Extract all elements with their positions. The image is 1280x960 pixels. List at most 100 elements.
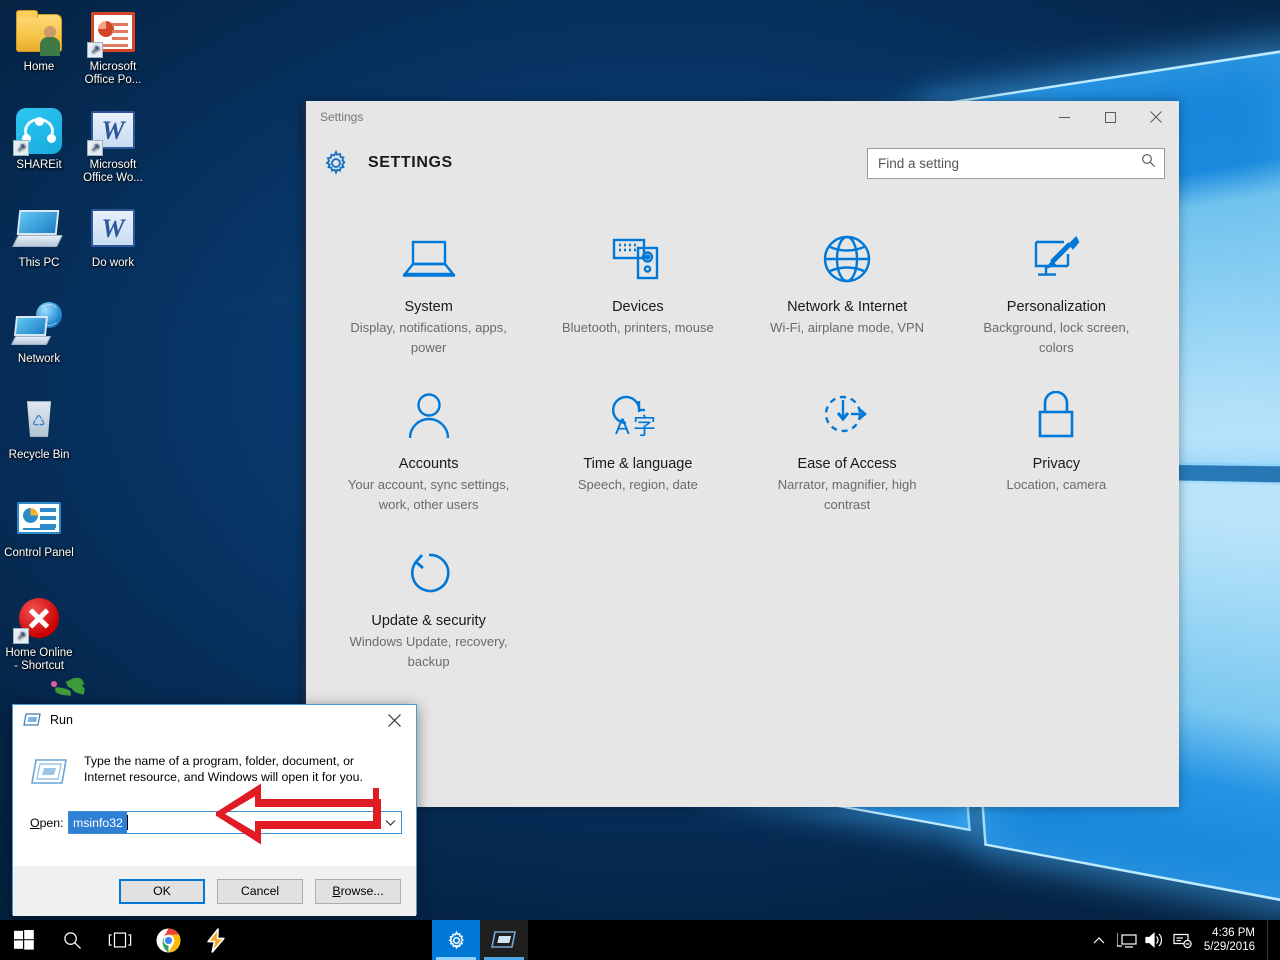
desktop-icon-network[interactable]: Network (2, 300, 76, 366)
desktop-icon-label: Microsoft Office Wo... (76, 159, 150, 185)
gear-icon (322, 149, 350, 177)
cancel-button[interactable]: Cancel (217, 879, 303, 904)
settings-tile-privacy[interactable]: Privacy Location, camera (952, 378, 1161, 523)
maximize-icon[interactable] (1087, 101, 1133, 133)
chevron-up-icon[interactable] (1086, 920, 1112, 960)
ok-button[interactable]: OK (119, 879, 205, 904)
desktop-icon-label: Network (2, 353, 76, 366)
desktop-icon-home-online-shortcut[interactable]: ↗ Home Online - Shortcut (2, 594, 76, 673)
shortcut-badge-icon: ↗ (87, 140, 103, 156)
desktop-icon-label: Home Online - Shortcut (2, 647, 76, 673)
window-controls (1041, 101, 1179, 133)
volume-icon[interactable] (1142, 920, 1168, 960)
settings-tile-accounts[interactable]: Accounts Your account, sync settings, wo… (324, 378, 533, 523)
tile-description: Wi-Fi, airplane mode, VPN (761, 318, 934, 338)
settings-tile-grid: System Display, notifications, apps, pow… (306, 193, 1179, 680)
devices-icon (551, 231, 724, 287)
desktop-icon-label: SHAREit (2, 159, 76, 172)
chevron-down-icon[interactable] (380, 812, 401, 833)
ease-of-access-icon (761, 388, 934, 444)
tile-title: Ease of Access (761, 456, 934, 472)
desktop-icon-home[interactable]: Home (2, 8, 76, 74)
action-center-icon[interactable] (1170, 920, 1196, 960)
windows-start-icon[interactable] (0, 920, 48, 960)
clock-time: 4:36 PM (1204, 926, 1255, 940)
desktop-icon-label: Do work (76, 257, 150, 270)
search-box[interactable] (867, 148, 1165, 179)
desktop-icon-shareit[interactable]: ↗ SHAREit (2, 106, 76, 172)
run-dialog-footer: OK Cancel Browse... (13, 866, 416, 916)
taskbar-clock[interactable]: 4:36 PM 5/29/2016 (1198, 920, 1265, 960)
taskbar[interactable]: 4:36 PM 5/29/2016 (0, 920, 1280, 960)
taskbar-spacer-3 (336, 920, 384, 960)
desktop-icon-microsoft-office-word[interactable]: W ↗ Microsoft Office Wo... (76, 106, 150, 185)
settings-tile-network-internet[interactable]: Network & Internet Wi-Fi, airplane mode,… (743, 221, 952, 366)
settings-tile-ease-of-access[interactable]: Ease of Access Narrator, magnifier, high… (743, 378, 952, 523)
settings-tile-devices[interactable]: Devices Bluetooth, printers, mouse (533, 221, 742, 366)
taskbar-item-settings[interactable] (432, 920, 480, 960)
desktop-icon-this-pc[interactable]: This PC (2, 204, 76, 270)
desktop-icon-control-panel[interactable]: Control Panel (2, 494, 76, 560)
taskbar-chrome-icon[interactable] (144, 920, 192, 960)
close-icon[interactable] (1133, 101, 1179, 133)
browse-button[interactable]: Browse... (315, 879, 401, 904)
recycle-bin-icon: ♺ (15, 396, 63, 444)
tile-title: Accounts (342, 456, 515, 472)
run-dialog-title: Run (50, 713, 73, 727)
powerpoint-icon: ↗ (89, 8, 137, 56)
tile-description: Bluetooth, printers, mouse (551, 318, 724, 338)
open-combobox[interactable] (68, 811, 402, 834)
settings-tile-personalization[interactable]: Personalization Background, lock screen,… (952, 221, 1161, 366)
tile-title: Personalization (970, 299, 1143, 315)
search-icon[interactable] (1141, 153, 1156, 173)
open-input[interactable] (69, 812, 127, 833)
taskbar-task-view-icon[interactable] (96, 920, 144, 960)
tile-description: Speech, region, date (551, 475, 724, 495)
tile-description: Narrator, magnifier, high contrast (761, 475, 934, 515)
settings-tile-update-security[interactable]: Update & security Windows Update, recove… (324, 535, 533, 680)
network-monitor-icon[interactable] (1114, 920, 1140, 960)
word-icon: W ↗ (89, 106, 137, 154)
desktop-icon-label: Recycle Bin (2, 449, 76, 462)
run-dialog[interactable]: Run Type the name of a program, folder, … (12, 704, 417, 915)
run-dialog-description: Type the name of a program, folder, docu… (84, 753, 389, 791)
search-input[interactable] (878, 156, 1141, 171)
settings-titlebar[interactable]: Settings (306, 101, 1179, 133)
globe-icon (761, 231, 934, 287)
tile-title: Network & Internet (761, 299, 934, 315)
taskbar-search-icon[interactable] (48, 920, 96, 960)
settings-tile-system[interactable]: System Display, notifications, apps, pow… (324, 221, 533, 366)
text-caret (127, 815, 128, 830)
person-icon (342, 388, 515, 444)
tile-title: Update & security (342, 613, 515, 629)
paintbrush-monitor-icon (970, 231, 1143, 287)
clock-date: 5/29/2016 (1204, 940, 1255, 954)
system-tray: 4:36 PM 5/29/2016 (1086, 920, 1280, 960)
laptop-icon (342, 231, 515, 287)
minimize-icon[interactable] (1041, 101, 1087, 133)
run-icon (23, 712, 41, 728)
tile-description: Background, lock screen, colors (970, 318, 1143, 358)
close-icon[interactable] (372, 705, 416, 735)
svg-text:字: 字 (633, 414, 656, 440)
run-large-icon (30, 757, 68, 791)
desktop-icon-microsoft-office-powerpoint[interactable]: ↗ Microsoft Office Po... (76, 8, 150, 87)
desktop-icon-label: Control Panel (2, 547, 76, 560)
settings-window[interactable]: Settings SETTINGS (303, 101, 1179, 807)
taskbar-winamp-icon[interactable] (192, 920, 240, 960)
svg-text:A: A (615, 414, 630, 439)
desktop-icon-recycle-bin[interactable]: ♺ Recycle Bin (2, 396, 76, 462)
folder-user-icon (15, 8, 63, 56)
tile-description: Display, notifications, apps, power (342, 318, 515, 358)
shortcut-badge-icon: ↗ (13, 140, 29, 156)
desktop-icon-do-work[interactable]: W Do work (76, 204, 150, 270)
desktop-icon-label: Home (2, 61, 76, 74)
taskbar-item-run-dialog[interactable] (480, 920, 528, 960)
shortcut-badge-icon: ↗ (13, 628, 29, 644)
show-desktop-button[interactable] (1267, 920, 1274, 960)
settings-tile-time-language[interactable]: A 字 Time & language Speech, region, date (533, 378, 742, 523)
word-doc-icon: W (89, 204, 137, 252)
control-panel-icon (15, 494, 63, 542)
tile-title: Devices (551, 299, 724, 315)
run-titlebar[interactable]: Run (13, 705, 416, 735)
